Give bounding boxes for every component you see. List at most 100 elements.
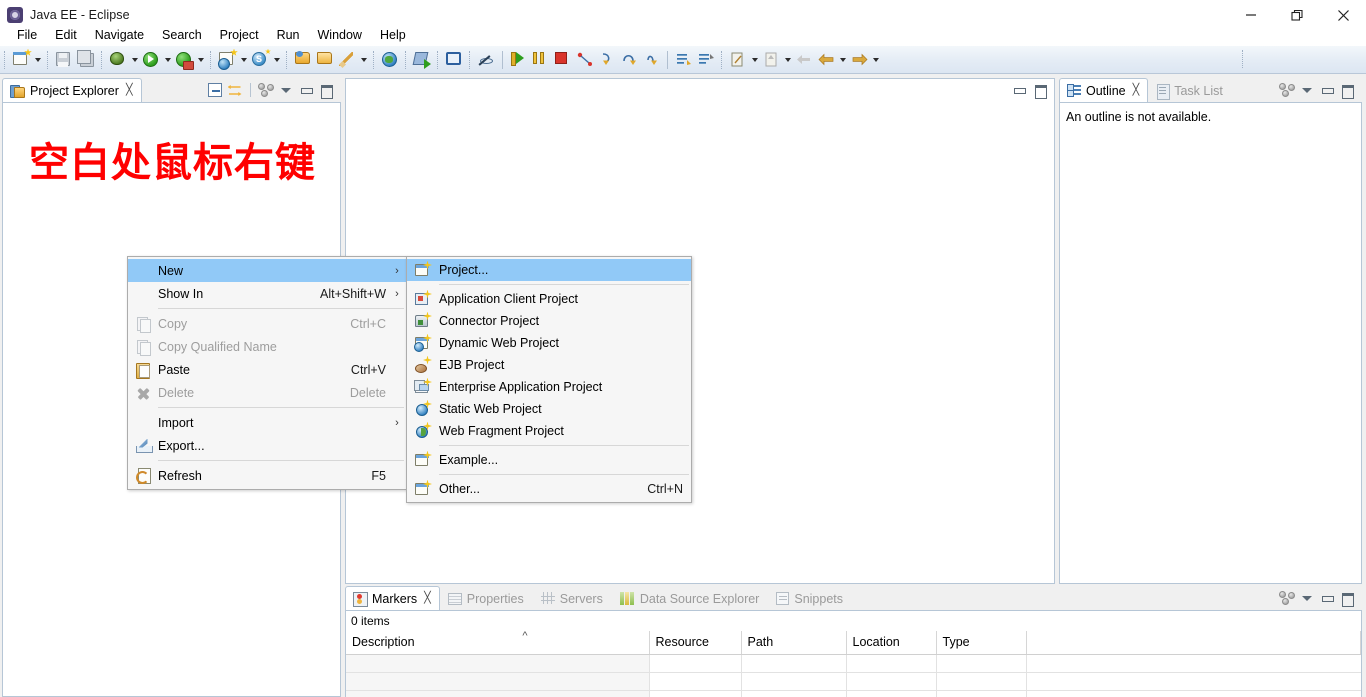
tab-properties[interactable]: Properties xyxy=(440,586,533,610)
new-web-icon[interactable] xyxy=(217,48,238,70)
new-server-icon[interactable]: S xyxy=(250,48,271,70)
debug-dropdown-icon[interactable] xyxy=(129,50,140,70)
step-filters-icon[interactable] xyxy=(575,50,595,70)
tab-outline[interactable]: Outline ╳ xyxy=(1059,78,1149,102)
minimize-icon[interactable] xyxy=(1010,81,1028,99)
step-over-icon[interactable] xyxy=(619,50,639,70)
next-edit-dropdown-icon[interactable] xyxy=(782,50,793,70)
annotation-dropdown-icon[interactable] xyxy=(358,50,369,70)
submenu-item-application-client-project[interactable]: Application Client Project xyxy=(407,288,691,310)
run-on-server-dropdown-icon[interactable] xyxy=(195,50,206,70)
back-icon[interactable] xyxy=(816,50,836,70)
minimize-icon[interactable] xyxy=(1318,81,1336,99)
maximize-icon[interactable] xyxy=(1338,81,1356,99)
menu-project[interactable]: Project xyxy=(211,26,268,44)
annotation-icon[interactable] xyxy=(337,50,357,70)
link-with-editor-icon[interactable] xyxy=(226,81,244,99)
external-tools-icon[interactable] xyxy=(412,50,432,70)
last-edit-dropdown-icon[interactable] xyxy=(749,50,760,70)
submenu-item-ejb-project[interactable]: EJB Project xyxy=(407,354,691,376)
context-menu-item-import[interactable]: Import › xyxy=(128,411,406,434)
tab-markers[interactable]: Markers ╳ xyxy=(345,586,440,610)
submenu-item-connector-project[interactable]: Connector Project xyxy=(407,310,691,332)
submenu-item-example[interactable]: Example... xyxy=(407,449,691,471)
context-menu-item-refresh[interactable]: Refresh F5 xyxy=(128,464,406,487)
last-edit-location-icon[interactable] xyxy=(728,50,748,70)
view-menu-icon[interactable] xyxy=(1298,589,1316,607)
collapse-all-icon[interactable] xyxy=(206,81,224,99)
column-header-location[interactable]: Location xyxy=(846,631,937,655)
terminate-icon[interactable] xyxy=(444,50,464,70)
minimize-icon[interactable] xyxy=(297,81,315,99)
new-web-dropdown-icon[interactable] xyxy=(238,50,249,70)
forward-dropdown-icon[interactable] xyxy=(870,50,881,70)
table-row[interactable] xyxy=(346,672,1361,691)
view-config-icon[interactable] xyxy=(1278,589,1296,607)
view-config-icon[interactable] xyxy=(257,81,275,99)
view-menu-icon[interactable] xyxy=(1298,81,1316,99)
suspend-icon[interactable] xyxy=(531,50,551,70)
previous-annotation-icon[interactable] xyxy=(696,50,716,70)
maximize-icon[interactable] xyxy=(1031,81,1049,99)
submenu-item-project[interactable]: Project... xyxy=(407,259,691,281)
open-web-browser-icon[interactable] xyxy=(380,50,400,70)
back-dropdown-icon[interactable] xyxy=(837,50,848,70)
view-menu-icon[interactable] xyxy=(277,81,295,99)
minimize-icon[interactable] xyxy=(1318,589,1336,607)
open-resource-icon[interactable] xyxy=(315,50,335,70)
back-small-icon[interactable] xyxy=(794,50,814,70)
tab-servers[interactable]: Servers xyxy=(533,586,612,610)
menu-run[interactable]: Run xyxy=(268,26,309,44)
context-menu-item-paste[interactable]: Paste Ctrl+V xyxy=(128,358,406,381)
stop-icon[interactable] xyxy=(553,50,573,70)
context-menu-item-new[interactable]: New › xyxy=(128,259,406,282)
menu-help[interactable]: Help xyxy=(371,26,415,44)
column-header-description[interactable]: Description xyxy=(346,630,650,655)
forward-icon[interactable] xyxy=(849,50,869,70)
close-tab-icon[interactable]: ╳ xyxy=(424,593,431,604)
tab-data-source-explorer[interactable]: Data Source Explorer xyxy=(612,586,769,610)
run-dropdown-icon[interactable] xyxy=(162,50,173,70)
column-header-type[interactable]: Type xyxy=(936,631,1027,655)
submenu-item-dynamic-web-project[interactable]: Dynamic Web Project xyxy=(407,332,691,354)
context-menu-item-show-in[interactable]: Show In Alt+Shift+W › xyxy=(128,282,406,305)
new-wizard-dropdown-icon[interactable] xyxy=(32,50,43,70)
tab-project-explorer[interactable]: Project Explorer ╳ xyxy=(2,78,142,102)
column-header-resource[interactable]: Resource xyxy=(649,631,742,655)
table-row[interactable] xyxy=(346,654,1361,673)
debug-icon[interactable] xyxy=(108,50,128,70)
next-annotation-icon[interactable] xyxy=(674,50,694,70)
close-tab-icon[interactable]: ╳ xyxy=(126,85,133,96)
menu-search[interactable]: Search xyxy=(153,26,211,44)
close-tab-icon[interactable]: ╳ xyxy=(1133,85,1140,96)
run-on-server-icon[interactable] xyxy=(174,50,194,70)
tab-snippets[interactable]: Snippets xyxy=(768,586,852,610)
menu-window[interactable]: Window xyxy=(309,26,371,44)
submenu-item-other[interactable]: Other... Ctrl+N xyxy=(407,478,691,500)
column-header-path[interactable]: Path xyxy=(741,631,847,655)
submenu-item-static-web-project[interactable]: Static Web Project xyxy=(407,398,691,420)
new-wizard-icon[interactable] xyxy=(11,48,32,70)
resume-icon[interactable] xyxy=(509,50,529,70)
tab-task-list[interactable]: Task List xyxy=(1148,78,1232,102)
next-edit-position-icon[interactable] xyxy=(761,50,781,70)
markers-body[interactable]: 0 items Description Resource Path Locati… xyxy=(345,610,1362,697)
menu-file[interactable]: File xyxy=(8,26,46,44)
submenu-item-web-fragment-project[interactable]: Web Fragment Project xyxy=(407,420,691,442)
menu-navigate[interactable]: Navigate xyxy=(86,26,153,44)
save-all-icon[interactable] xyxy=(76,50,96,70)
run-icon[interactable] xyxy=(141,50,161,70)
step-return-icon[interactable] xyxy=(641,50,661,70)
context-menu-item-export[interactable]: Export... xyxy=(128,434,406,457)
maximize-icon[interactable] xyxy=(317,81,335,99)
menu-edit[interactable]: Edit xyxy=(46,26,86,44)
maximize-icon[interactable] xyxy=(1338,589,1356,607)
new-server-dropdown-icon[interactable] xyxy=(271,50,282,70)
save-icon[interactable] xyxy=(54,50,74,70)
open-type-icon[interactable] xyxy=(293,50,313,70)
view-config-icon[interactable] xyxy=(1278,81,1296,99)
submenu-item-enterprise-application-project[interactable]: Enterprise Application Project xyxy=(407,376,691,398)
step-into-icon[interactable] xyxy=(597,50,617,70)
table-row[interactable] xyxy=(346,690,1361,697)
skip-breakpoints-icon[interactable] xyxy=(476,50,496,70)
